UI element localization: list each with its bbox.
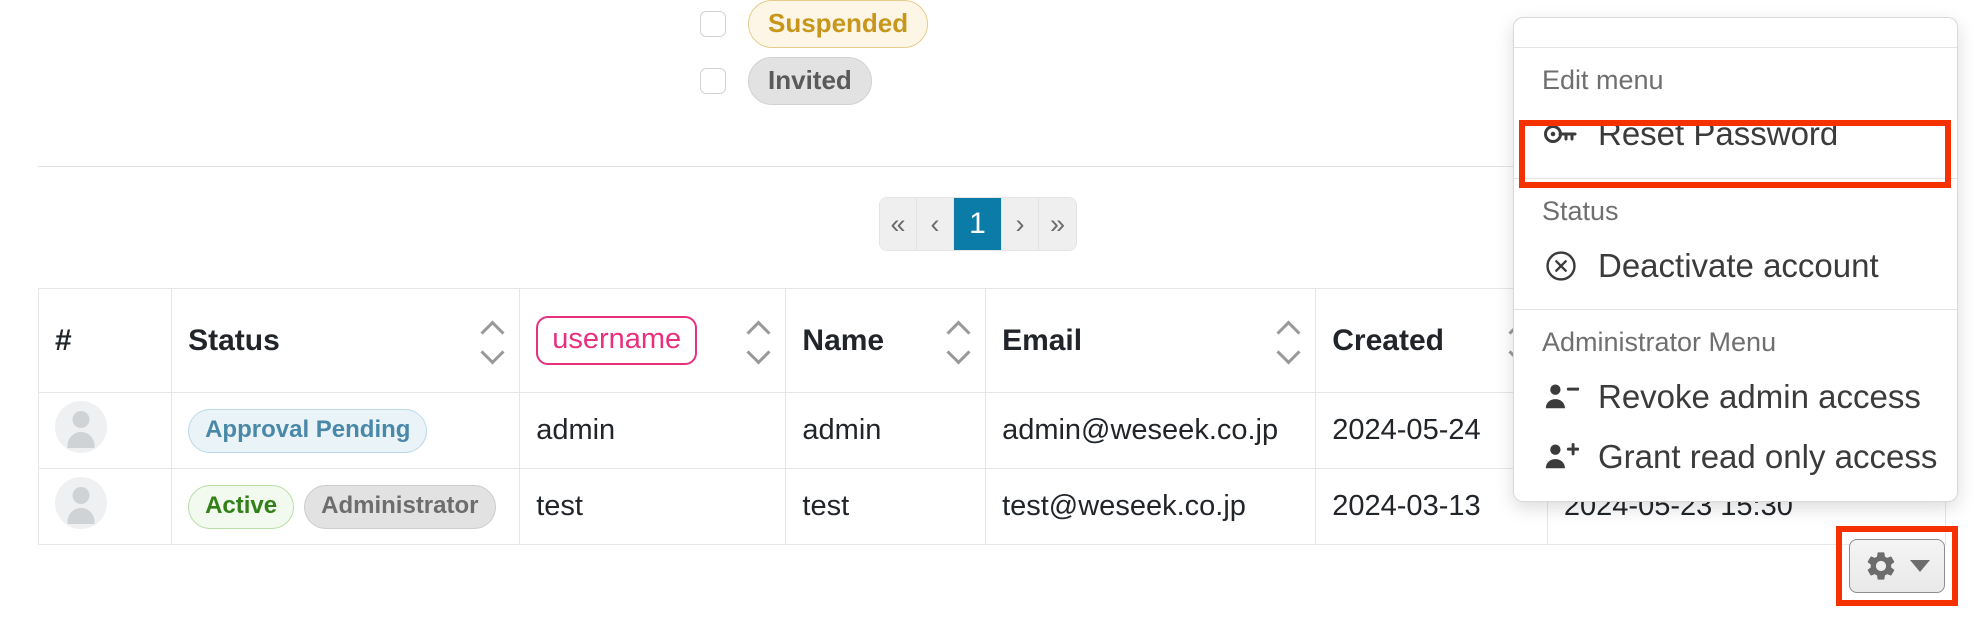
pagination: « ‹ 1 › »: [880, 198, 1076, 250]
cell-status: Approval Pending: [171, 392, 521, 469]
cell-email: test@weseek.co.jp: [985, 468, 1317, 545]
chevron-up-icon: [947, 323, 969, 335]
cell-username: test: [519, 468, 787, 545]
col-created-label: Created: [1332, 323, 1444, 357]
checkbox-suspended[interactable]: [700, 11, 726, 37]
col-index: #: [37, 288, 173, 393]
chevron-up-icon: [1277, 323, 1299, 335]
pagination-container: « ‹ 1 › »: [880, 198, 1076, 250]
col-name-label: Name: [802, 323, 885, 357]
col-username[interactable]: username: [519, 288, 787, 393]
menu-item-revoke-admin-access[interactable]: Revoke admin access: [1514, 367, 1957, 427]
dropdown-section-header: Edit menu: [1542, 65, 1664, 95]
status-badge: Approval Pending: [188, 408, 428, 453]
chevron-up-icon: [747, 323, 769, 335]
col-name[interactable]: Name: [785, 288, 987, 393]
menu-item-label: Deactivate account: [1598, 246, 1879, 284]
cell-status: Active Administrator: [171, 468, 521, 545]
dropdown-section-status: Status Deactivate account: [1514, 178, 1957, 309]
dropdown-section-header: Status: [1542, 196, 1619, 227]
dropdown-section-administrator: Administrator Menu Revoke admin access G…: [1514, 309, 1957, 500]
menu-item-deactivate-account[interactable]: Deactivate account: [1514, 236, 1957, 296]
col-email-label: Email: [1002, 323, 1083, 357]
chevron-down-icon: [747, 347, 769, 359]
cell-avatar: [37, 392, 173, 469]
status-badge: Active: [188, 484, 295, 529]
col-index-label: #: [55, 323, 72, 357]
sort-status[interactable]: [481, 323, 503, 359]
menu-item-label: Reset Password: [1598, 115, 1839, 153]
badge-suspended[interactable]: Suspended: [748, 0, 929, 48]
gear-button-highlight: [1836, 526, 1958, 606]
cell-email: admin@weseek.co.jp: [985, 392, 1317, 469]
sort-username[interactable]: [747, 323, 769, 359]
pagination-page-1[interactable]: 1: [954, 198, 1002, 250]
menu-item-grant-read-only-access[interactable]: Grant read only access: [1514, 427, 1957, 487]
role-badge: Administrator: [304, 484, 496, 529]
col-email[interactable]: Email: [985, 288, 1317, 393]
chevron-down-icon: [1277, 347, 1299, 359]
users-admin-page: Suspended Invited « ‹ 1 › » # Status use…: [0, 0, 1986, 639]
sort-email[interactable]: [1277, 323, 1299, 359]
dropdown-top-spacer: [1514, 18, 1957, 48]
cell-name: test: [785, 468, 987, 545]
avatar: [55, 476, 107, 529]
avatar: [55, 400, 107, 453]
circle-x-icon: [1542, 247, 1580, 285]
menu-item-reset-password[interactable]: Reset Password: [1514, 104, 1957, 164]
row-actions-dropdown-menu: Edit menu Reset Password Status Deactiva…: [1513, 17, 1958, 502]
person-plus-icon: [1542, 438, 1580, 476]
dropdown-section-edit: Edit menu Reset Password: [1514, 48, 1957, 178]
pagination-next[interactable]: ›: [1002, 198, 1039, 250]
pagination-last[interactable]: »: [1039, 198, 1076, 250]
filter-row-suspended[interactable]: Suspended: [700, 0, 929, 48]
cell-name: admin: [785, 392, 987, 469]
col-status[interactable]: Status: [171, 288, 521, 393]
person-minus-icon: [1542, 378, 1580, 416]
checkbox-invited[interactable]: [700, 68, 726, 94]
pagination-first[interactable]: «: [880, 198, 917, 250]
chevron-up-icon: [481, 323, 503, 335]
dropdown-section-header: Administrator Menu: [1542, 327, 1777, 358]
badge-invited[interactable]: Invited: [748, 57, 872, 105]
col-status-label: Status: [188, 323, 280, 357]
menu-item-label: Revoke admin access: [1598, 377, 1921, 415]
menu-item-label: Grant read only access: [1598, 437, 1938, 475]
chevron-down-icon: [481, 347, 503, 359]
col-username-label: username: [536, 316, 698, 365]
chevron-down-icon: [947, 347, 969, 359]
filter-row-invited[interactable]: Invited: [700, 57, 872, 105]
pagination-prev[interactable]: ‹: [917, 198, 954, 250]
cell-avatar: [37, 468, 173, 545]
key-icon: [1542, 115, 1580, 153]
cell-username: admin: [519, 392, 787, 469]
sort-name[interactable]: [947, 323, 969, 359]
